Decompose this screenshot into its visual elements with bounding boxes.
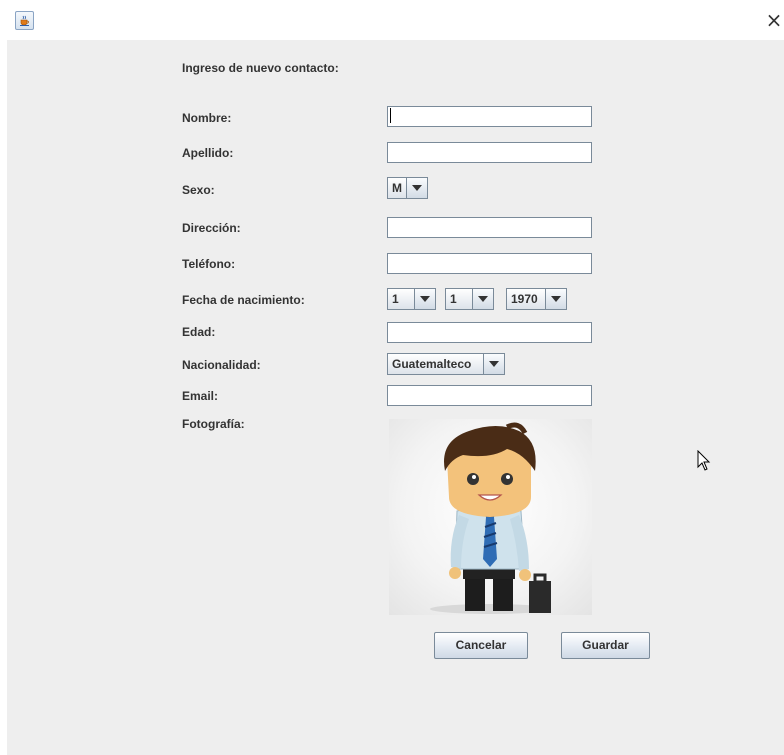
apellido-field[interactable] <box>387 142 592 163</box>
text-caret <box>390 108 391 123</box>
dia-select[interactable]: 1 <box>387 288 436 310</box>
anio-select-value: 1970 <box>511 292 538 306</box>
chevron-down-icon[interactable] <box>483 354 504 374</box>
businessman-illustration <box>430 422 551 614</box>
fecha-nacimiento-label: Fecha de nacimiento: <box>182 293 305 307</box>
sexo-select-value: M <box>392 181 402 195</box>
edad-label: Edad: <box>182 325 216 339</box>
anio-select[interactable]: 1970 <box>506 288 567 310</box>
direccion-field[interactable] <box>387 217 592 238</box>
direccion-label: Dirección: <box>182 221 241 235</box>
telefono-field[interactable] <box>387 253 592 274</box>
mes-select[interactable]: 1 <box>445 288 494 310</box>
telefono-label: Teléfono: <box>182 257 236 271</box>
chevron-down-icon[interactable] <box>414 289 435 309</box>
cancel-button[interactable]: Cancelar <box>434 632 528 659</box>
java-cup-icon <box>15 11 34 30</box>
apellido-label: Apellido: <box>182 146 234 160</box>
mes-select-value: 1 <box>450 292 457 306</box>
nacionalidad-select-value: Guatemalteco <box>392 357 472 371</box>
save-button[interactable]: Guardar <box>561 632 650 659</box>
title-bar: × <box>0 0 784 40</box>
sexo-select[interactable]: M <box>387 177 428 199</box>
chevron-down-icon[interactable] <box>406 178 427 198</box>
edad-field[interactable] <box>387 322 592 343</box>
dia-select-value: 1 <box>392 292 399 306</box>
chevron-down-icon[interactable] <box>545 289 566 309</box>
mouse-pointer-icon <box>697 449 711 477</box>
nacionalidad-select[interactable]: Guatemalteco <box>387 353 505 375</box>
nombre-field[interactable] <box>387 106 592 127</box>
contact-photo <box>389 419 592 615</box>
chevron-down-icon[interactable] <box>472 289 493 309</box>
email-label: Email: <box>182 389 219 403</box>
nacionalidad-label: Nacionalidad: <box>182 358 261 372</box>
fotografia-label: Fotografía: <box>182 417 245 431</box>
form-heading: Ingreso de nuevo contacto: <box>182 61 339 75</box>
email-field[interactable] <box>387 385 592 406</box>
close-icon[interactable]: × <box>764 9 784 31</box>
nombre-label: Nombre: <box>182 111 232 125</box>
sexo-label: Sexo: <box>182 183 215 197</box>
